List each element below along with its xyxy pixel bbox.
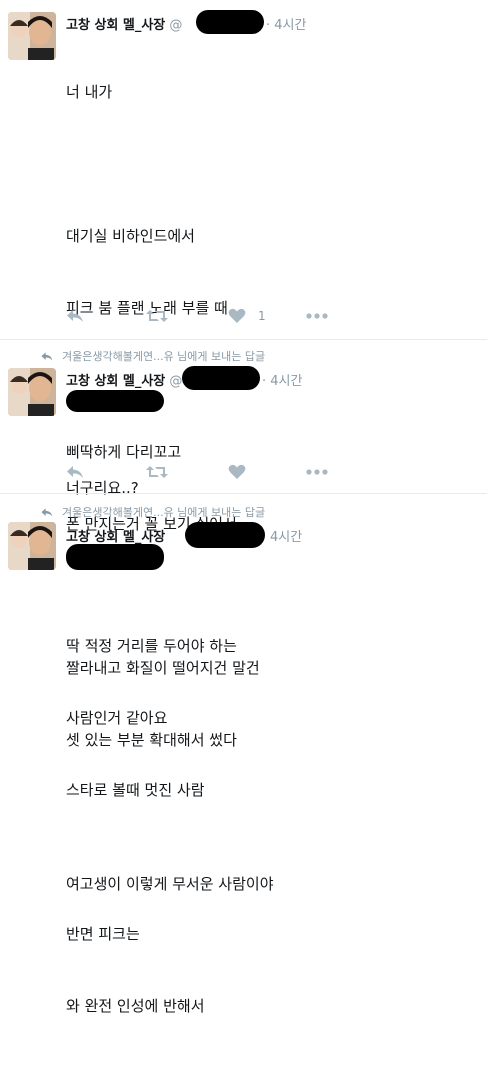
avatar[interactable]: [8, 368, 56, 416]
avatar[interactable]: [8, 522, 56, 570]
author-name[interactable]: 고창 상회 멜_사장: [66, 530, 165, 545]
timestamp-wrap: · 4시간: [266, 14, 306, 33]
author-name[interactable]: 고창 상회 멜_사장: [66, 374, 165, 389]
reply-arrow-icon: [41, 351, 53, 361]
tweet-header: 고창 상회 멜_사장 @: [66, 14, 182, 33]
more-button[interactable]: [306, 463, 328, 481]
tweet[interactable]: 고창 상회 멜_사장 @ · 4시간 너 내가 대기실 비하인드에서 피크 붐 …: [0, 0, 487, 893]
like-button[interactable]: 1: [228, 307, 266, 325]
text-line: [66, 152, 274, 176]
retweet-icon: [146, 310, 168, 322]
timestamp[interactable]: · 4시간: [262, 374, 302, 389]
more-button[interactable]: [306, 307, 328, 325]
tweet[interactable]: 겨울은생각해볼게연...유 님에게 보내는 답글 고창 상회 멜_사장 4시간 …: [0, 494, 487, 1015]
retweet-icon: [146, 466, 168, 478]
reply-button[interactable]: [66, 463, 84, 481]
redacted-mention: [66, 390, 164, 412]
reply-button[interactable]: [66, 307, 84, 325]
like-count: 1: [258, 309, 266, 323]
text-line: 대기실 비하인드에서: [66, 227, 195, 245]
text-line: 딱 적정 거리를 두어야 하는: [66, 637, 237, 655]
redacted-handle: [196, 10, 264, 34]
retweet-button[interactable]: [146, 307, 168, 325]
text-line: 너 내가: [66, 83, 113, 101]
tweet-header: 고창 상회 멜_사장 @: [66, 370, 182, 389]
retweet-button[interactable]: [146, 463, 168, 481]
redacted-mention: [66, 544, 164, 570]
text-line: 스타로 볼때 멋진 사람: [66, 781, 205, 799]
timestamp-wrap: 4시간: [270, 526, 302, 545]
author-name[interactable]: 고창 상회 멜_사장: [66, 18, 165, 33]
tweet-text: 딱 적정 거리를 두어야 하는 사람인거 같아요 스타로 볼때 멋진 사람 반면…: [66, 586, 237, 1066]
handle[interactable]: @: [169, 374, 182, 389]
tweet-header: 고창 상회 멜_사장: [66, 526, 165, 545]
handle[interactable]: @: [169, 18, 182, 33]
reply-arrow-icon: [41, 507, 53, 517]
like-button[interactable]: [228, 463, 246, 481]
reply-icon: [67, 466, 83, 478]
text-line: 반면 피크는: [66, 925, 140, 943]
text-line: 사람인거 같아요: [66, 709, 168, 727]
more-icon: [306, 313, 328, 319]
avatar[interactable]: [8, 12, 56, 60]
reply-context[interactable]: 겨울은생각해볼게연...유 님에게 보내는 답글: [40, 504, 265, 520]
more-icon: [306, 469, 328, 475]
timestamp-wrap: · 4시간: [262, 370, 302, 389]
tweet[interactable]: 겨울은생각해볼게연...유 님에게 보내는 답글 고창 상회 멜_사장 @ · …: [0, 340, 487, 497]
timestamp[interactable]: 4시간: [270, 530, 302, 545]
text-line: [66, 850, 237, 874]
heart-icon: [228, 464, 246, 479]
reply-context[interactable]: 겨울은생각해볼게연...유 님에게 보내는 답글: [40, 348, 265, 364]
reply-context-text: 겨울은생각해볼게연...유 님에게 보내는 답글: [62, 506, 266, 519]
timestamp[interactable]: · 4시간: [266, 18, 306, 33]
reply-icon: [67, 310, 83, 322]
text-line: 와 완전 인성에 반해서: [66, 997, 205, 1015]
reply-context-text: 겨울은생각해볼게연...유 님에게 보내는 답글: [62, 350, 266, 363]
heart-icon: [228, 308, 246, 323]
redacted-handle: [182, 366, 260, 390]
redacted-handle: [185, 522, 265, 548]
